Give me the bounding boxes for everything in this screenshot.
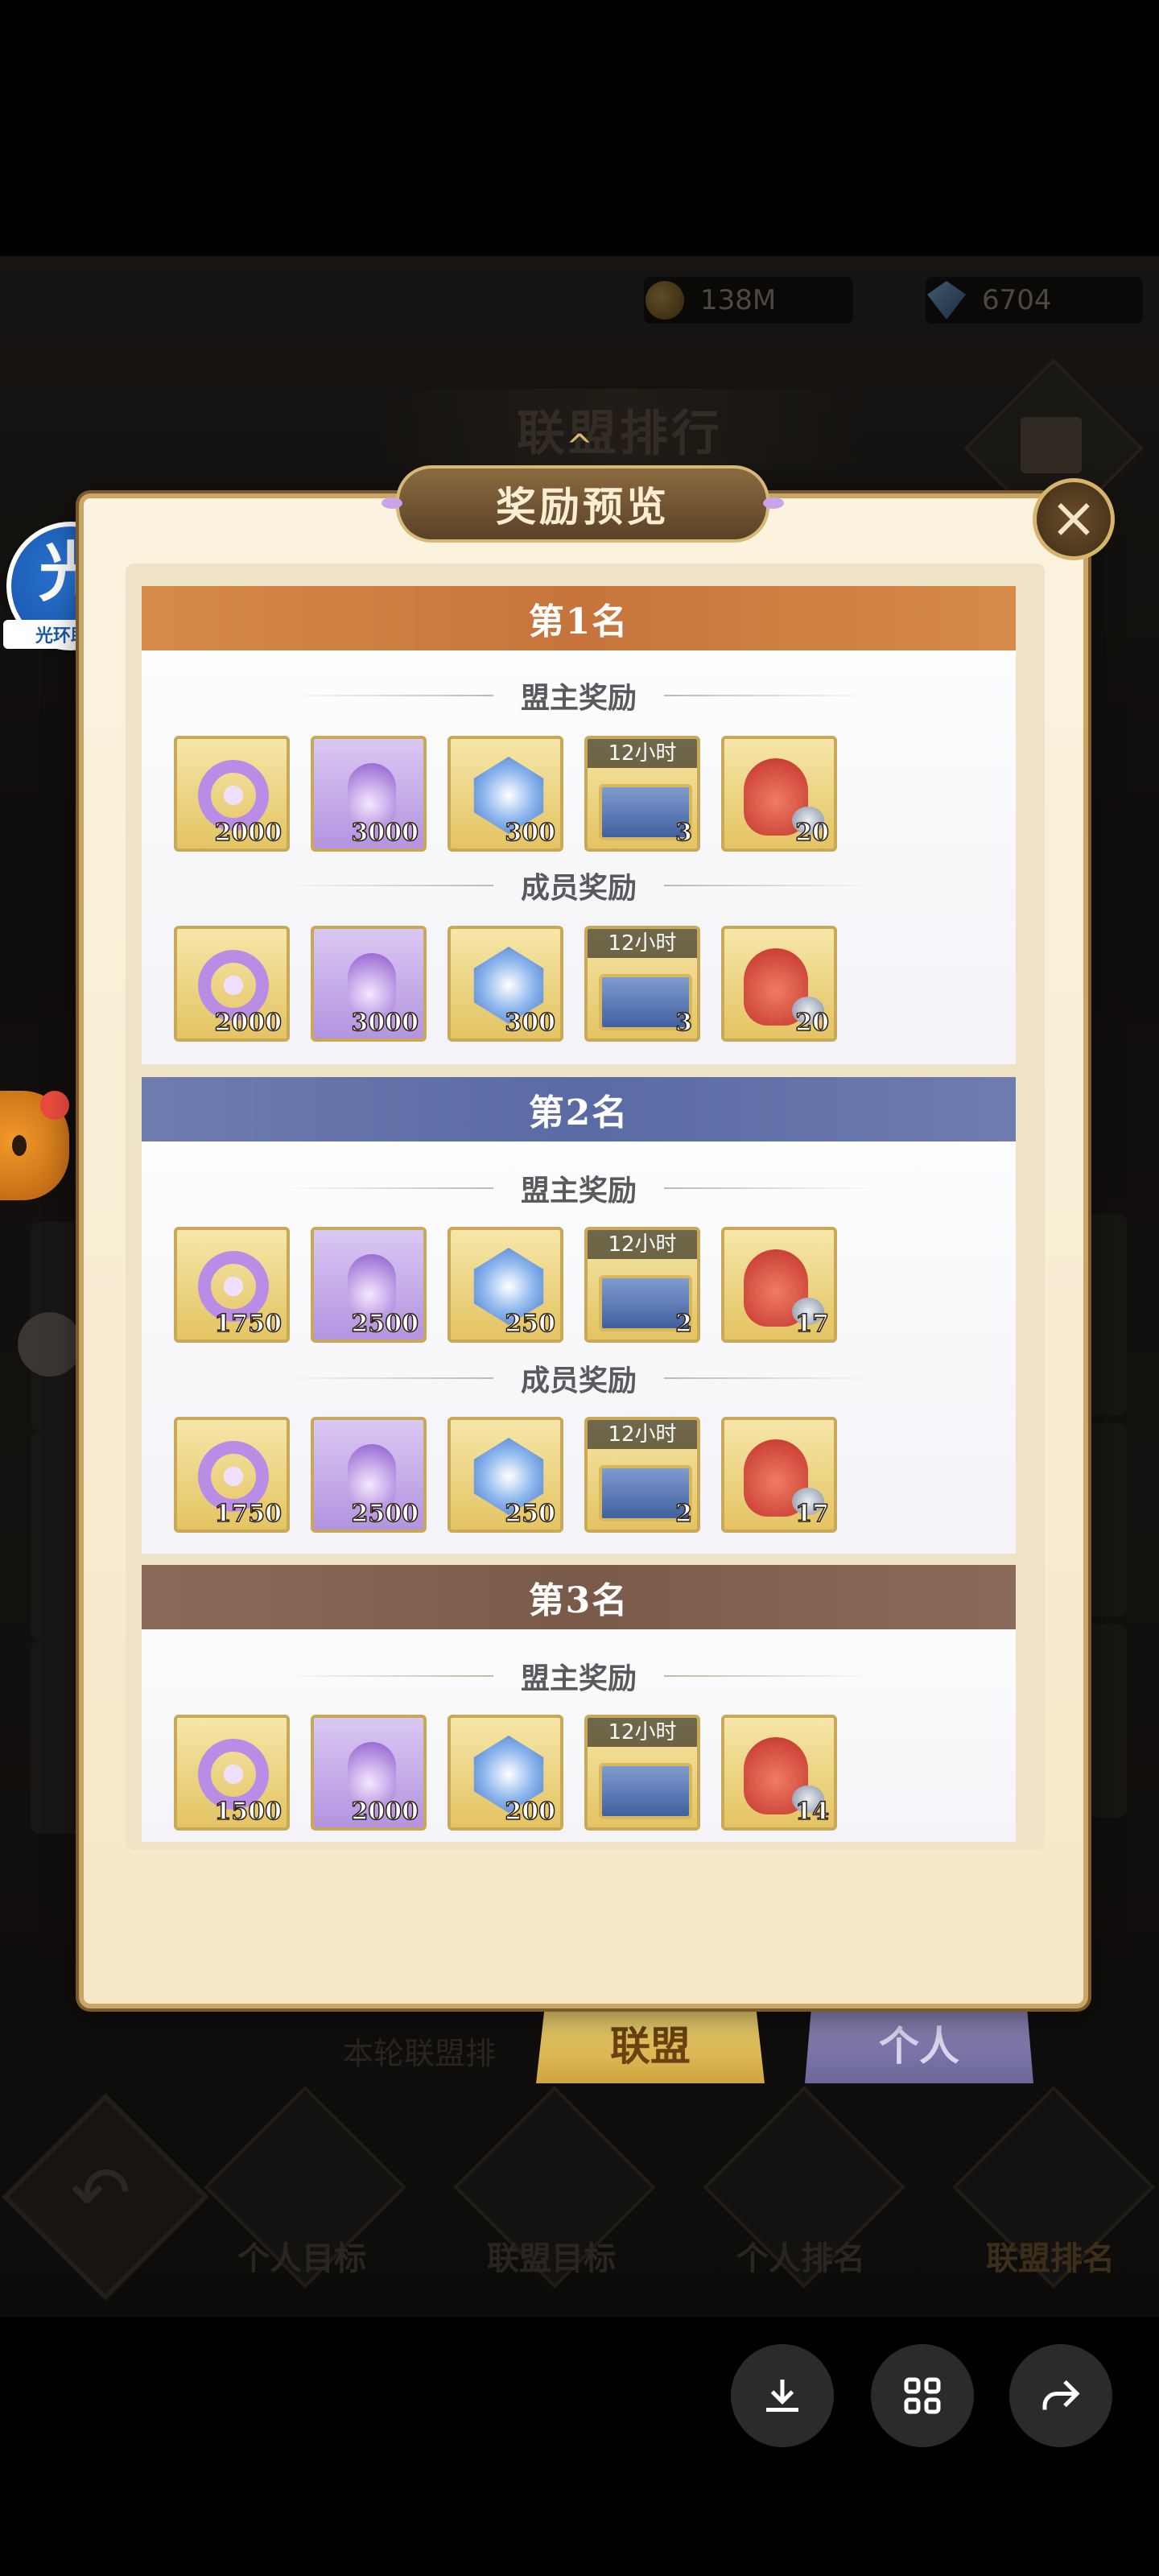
- reward-group-label: 成员奖励: [142, 861, 1016, 910]
- item-quantity: 2500: [351, 1499, 419, 1529]
- item-quantity: 250: [505, 1499, 556, 1529]
- reward-item[interactable]: 12小时: [584, 1715, 700, 1831]
- item-quantity: 3: [674, 818, 692, 848]
- notification-dot: [40, 1091, 69, 1120]
- reward-item[interactable]: 250: [448, 1227, 563, 1343]
- reward-item[interactable]: 20: [721, 926, 837, 1042]
- duration-tag: 12小时: [588, 739, 697, 768]
- item-quantity: 1750: [214, 1499, 283, 1529]
- duration-tag: 12小时: [588, 1230, 697, 1259]
- reward-group-label: 成员奖励: [142, 1354, 1016, 1402]
- rank-header: 第3名: [142, 1565, 1016, 1629]
- reward-item[interactable]: 2000: [174, 736, 290, 852]
- duration-tag: 12小时: [588, 1420, 697, 1449]
- duration-tag: 12小时: [588, 929, 697, 958]
- item-quantity: 14: [795, 1797, 830, 1827]
- item-quantity: 3: [674, 1008, 692, 1038]
- item-quantity: 2: [674, 1499, 692, 1529]
- reward-item[interactable]: 17: [721, 1417, 837, 1533]
- close-button[interactable]: ×: [1033, 478, 1115, 560]
- download-icon: [766, 2380, 798, 2412]
- pet-eye: [12, 1135, 27, 1156]
- reward-item[interactable]: 1500: [174, 1715, 290, 1831]
- grid-icon: [904, 2377, 941, 2414]
- item-quantity: 1750: [214, 1309, 283, 1339]
- item-quantity: 17: [795, 1309, 830, 1339]
- reward-item[interactable]: 1750: [174, 1227, 290, 1343]
- item-quantity: 3000: [351, 818, 419, 848]
- reward-item[interactable]: 200: [448, 1715, 563, 1831]
- reward-item[interactable]: 2500: [311, 1417, 427, 1533]
- item-quantity: 1500: [214, 1797, 283, 1827]
- reward-item[interactable]: 2500: [311, 1227, 427, 1343]
- reward-list[interactable]: 第1名 盟主奖励 成员奖励 第2名 盟主奖励 成员奖励 第3名 盟主奖励 200…: [142, 586, 1016, 1842]
- chat-icon[interactable]: [18, 1312, 82, 1377]
- reward-item[interactable]: 2000: [311, 1715, 427, 1831]
- reward-item[interactable]: 20: [721, 736, 837, 852]
- duration-tag: 12小时: [588, 1718, 697, 1747]
- reward-item[interactable]: 17: [721, 1227, 837, 1343]
- reward-item[interactable]: 1750: [174, 1417, 290, 1533]
- reward-item[interactable]: 3000: [311, 736, 427, 852]
- title-crown-icon: ^: [566, 428, 593, 465]
- reward-item[interactable]: 12小时 2: [584, 1417, 700, 1533]
- reward-group-label: 盟主奖励: [142, 1164, 1016, 1212]
- item-quantity: 20: [795, 818, 830, 848]
- panel-title: 奖励预览: [396, 465, 769, 543]
- item-quantity: 2: [674, 1309, 692, 1339]
- reward-item[interactable]: 250: [448, 1417, 563, 1533]
- item-quantity: 17: [795, 1499, 830, 1529]
- reward-item[interactable]: 12小时 3: [584, 926, 700, 1042]
- share-button[interactable]: [1009, 2344, 1112, 2447]
- reward-item[interactable]: 14: [721, 1715, 837, 1831]
- item-quantity: 300: [505, 818, 556, 848]
- rank-header: 第2名: [142, 1077, 1016, 1141]
- grid-button[interactable]: [871, 2344, 974, 2447]
- share-icon: [1042, 2380, 1080, 2410]
- item-quantity: 250: [505, 1309, 556, 1339]
- reward-item[interactable]: 300: [448, 736, 563, 852]
- item-quantity: 2000: [214, 818, 283, 848]
- item-quantity: 200: [505, 1797, 556, 1827]
- rank-header: 第1名: [142, 586, 1016, 650]
- item-quantity: 20: [795, 1008, 830, 1038]
- item-quantity: 2000: [214, 1008, 283, 1038]
- tab-alliance[interactable]: 联盟: [536, 2003, 765, 2083]
- item-quantity: 2000: [351, 1797, 419, 1827]
- item-quantity: 300: [505, 1008, 556, 1038]
- reward-group-label: 盟主奖励: [142, 1652, 1016, 1700]
- chest-icon: [599, 1763, 692, 1819]
- reward-item[interactable]: 2000: [174, 926, 290, 1042]
- reward-group-label: 盟主奖励: [142, 671, 1016, 720]
- reward-item[interactable]: 300: [448, 926, 563, 1042]
- reward-item[interactable]: 12小时 3: [584, 736, 700, 852]
- reward-item[interactable]: 3000: [311, 926, 427, 1042]
- item-quantity: 2500: [351, 1309, 419, 1339]
- tab-personal[interactable]: 个人: [805, 2003, 1033, 2083]
- item-quantity: 3000: [351, 1008, 419, 1038]
- download-button[interactable]: [731, 2344, 834, 2447]
- reward-item[interactable]: 12小时 2: [584, 1227, 700, 1343]
